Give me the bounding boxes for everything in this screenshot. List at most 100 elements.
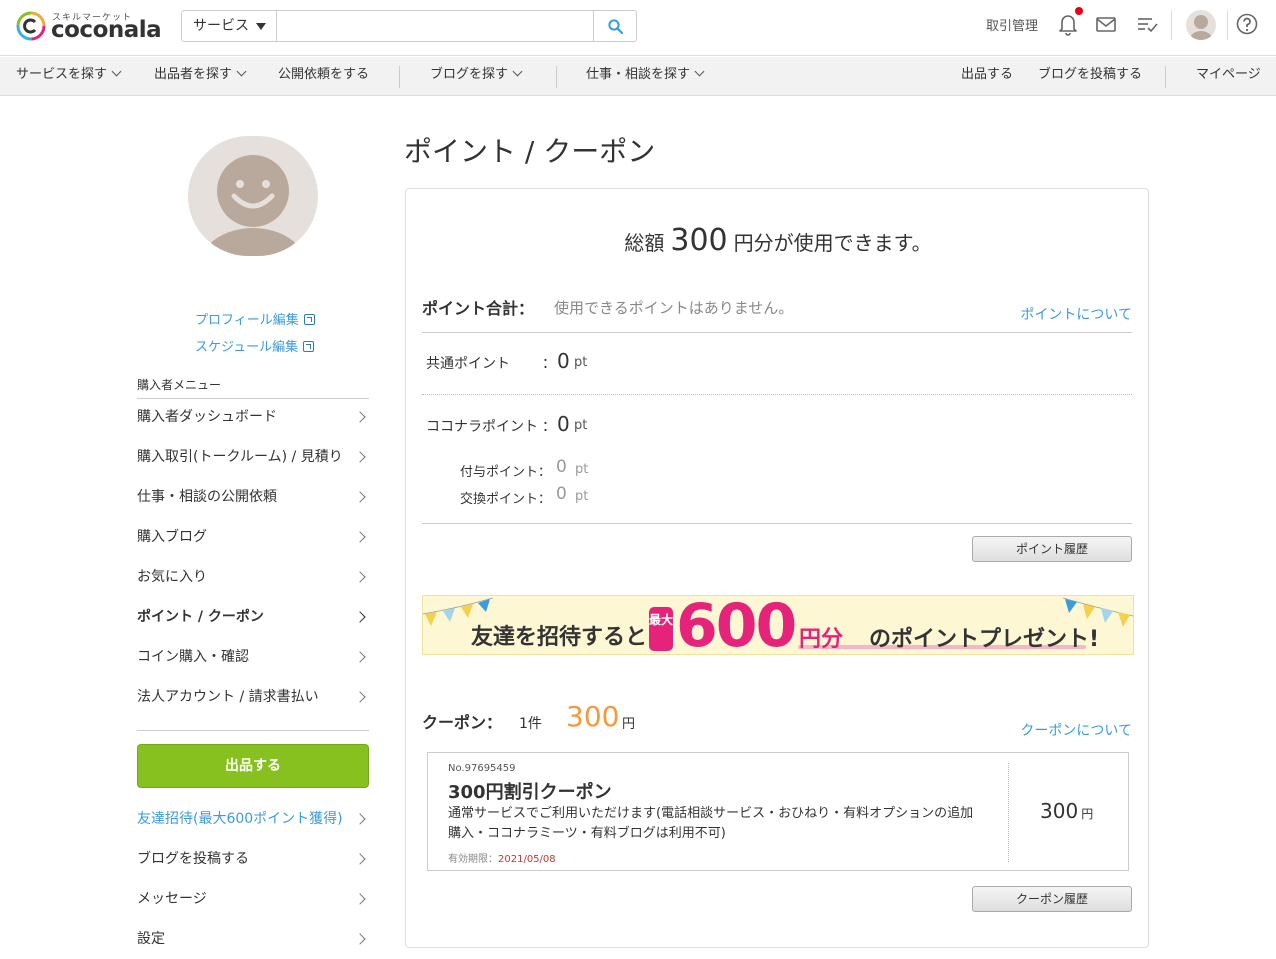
coupon-expiry-date: 2021/05/08 <box>498 854 556 865</box>
sell-button[interactable]: 出品する <box>137 744 369 788</box>
transaction-management-link[interactable]: 取引管理 <box>986 15 1038 34</box>
coconala-points-label: ココナラポイント <box>426 419 538 435</box>
chevron-right-icon <box>354 611 366 623</box>
points-coupons-card: 総額 300 円分が使用できます。 ポイント合計： 使用できるポイントはありません。… <box>405 188 1149 948</box>
coconala-logo[interactable]: スキルマーケット coconala <box>16 9 166 47</box>
menu-item-corporate-account[interactable]: 法人アカウント / 請求書払い <box>137 677 369 717</box>
points-total-label: ポイント合計： <box>422 299 535 318</box>
coupons-yen: 円 <box>622 717 636 732</box>
about-points-link[interactable]: ポイントについて <box>1020 304 1132 324</box>
caret-down-icon <box>256 23 266 30</box>
banner-text-after: のポイントプレゼント! <box>869 627 1100 652</box>
external-link-icon <box>303 341 315 352</box>
bell-icon[interactable] <box>1056 12 1080 36</box>
chevron-down-icon <box>694 66 705 77</box>
global-nav: サービスを探す 出品者を探す 公開依頼をする ブログを探す 仕事・相談を探す 出… <box>0 57 1276 96</box>
menu-item-invite-friends[interactable]: 友達招待(最大600ポイント獲得) <box>137 799 369 839</box>
coupons-header: クーポン： 1件 300 円 クーポンについて <box>422 693 1132 739</box>
coupon-number: No.97695459 <box>448 763 516 774</box>
search-bar: サービス <box>181 10 637 42</box>
chevron-right-icon <box>354 531 366 543</box>
chevron-right-icon <box>354 893 366 905</box>
menu-item-messages[interactable]: メッセージ <box>137 879 369 919</box>
dotted-divider <box>422 394 1132 395</box>
schedule-edit-link[interactable]: スケジュール編集 <box>195 336 315 355</box>
chevron-right-icon <box>354 933 366 945</box>
search-category-label: サービス <box>193 18 249 34</box>
menu-item-public-requests[interactable]: 仕事・相談の公開依頼 <box>137 477 369 517</box>
nav-find-jobs[interactable]: 仕事・相談を探す <box>586 57 705 95</box>
chevron-down-icon <box>512 66 523 77</box>
coupon-title: 300円割引クーポン <box>448 782 612 803</box>
nav-post-blog[interactable]: ブログを投稿する <box>1038 57 1142 95</box>
nav-sell[interactable]: 出品する <box>961 57 1013 95</box>
granted-points-value: 0 <box>556 457 567 477</box>
nav-divider <box>556 66 557 88</box>
profile-avatar <box>188 136 318 256</box>
profile-edit-link[interactable]: プロフィール編集 <box>195 309 315 328</box>
header-divider <box>1227 10 1228 40</box>
help-icon[interactable] <box>1235 12 1259 36</box>
menu-item-post-blog[interactable]: ブログを投稿する <box>137 839 369 879</box>
nav-public-request[interactable]: 公開依頼をする <box>278 57 369 95</box>
common-points-value: 0 <box>557 349 570 373</box>
menu-item-settings[interactable]: 設定 <box>137 919 369 959</box>
task-list-icon[interactable] <box>1135 12 1159 36</box>
nav-find-sellers[interactable]: 出品者を探す <box>154 57 247 95</box>
sidebar-divider <box>137 730 369 731</box>
coconala-points-value: 0 <box>557 412 570 436</box>
nav-find-blogs[interactable]: ブログを探す <box>430 57 523 95</box>
exchange-points-value: 0 <box>556 484 567 504</box>
coupon-price: 300 円 <box>1040 799 1094 823</box>
chevron-right-icon <box>354 491 366 503</box>
menu-item-coin-purchase[interactable]: コイン購入・確認 <box>137 637 369 677</box>
invite-friends-banner[interactable]: 友達を招待すると 最大 600 円分 のポイントプレゼント! <box>422 595 1134 655</box>
menu-item-purchase-transactions[interactable]: 購入取引(トークルーム) / 見積り <box>137 437 369 477</box>
points-divider <box>422 523 1132 524</box>
notification-dot <box>1075 7 1083 15</box>
colon: ： <box>542 356 556 372</box>
points-unit: pt <box>575 462 589 477</box>
search-input[interactable] <box>278 11 594 41</box>
total-value: 300 <box>670 223 728 258</box>
coupon-description: 通常サービスでご利用いただけます(電話相談サービス・おひねり・有料オプションの追… <box>448 806 974 841</box>
coupon-history-button[interactable]: クーポン履歴 <box>972 886 1132 912</box>
chevron-right-icon <box>354 651 366 663</box>
logo-text: coconala <box>51 17 162 43</box>
common-points-label: 共通ポイント <box>426 356 510 372</box>
nav-divider <box>1165 66 1166 88</box>
chevron-right-icon <box>354 691 366 703</box>
chevron-down-icon <box>236 66 247 77</box>
banner-amount: 600 <box>676 595 797 655</box>
search-button[interactable] <box>593 11 636 41</box>
menu-item-points-coupons[interactable]: ポイント / クーポン <box>137 597 369 637</box>
chevron-right-icon <box>354 813 366 825</box>
menu-item-favorites[interactable]: お気に入り <box>137 557 369 597</box>
points-history-button[interactable]: ポイント履歴 <box>972 536 1132 562</box>
avatar-icon <box>202 155 304 256</box>
points-unit: pt <box>575 489 589 504</box>
granted-points-label: 付与ポイント： <box>460 465 552 480</box>
page-title: ポイント / クーポン <box>404 135 656 168</box>
external-link-icon <box>303 314 315 325</box>
menu-item-purchased-blogs[interactable]: 購入ブログ <box>137 517 369 557</box>
user-avatar[interactable] <box>1186 10 1216 40</box>
top-header: スキルマーケット coconala サービス 取引管理 <box>0 0 1276 56</box>
colon: ： <box>542 419 556 435</box>
search-category-select[interactable]: サービス <box>182 11 277 41</box>
banner-max-badge: 最大 <box>649 607 673 651</box>
avatar-icon <box>1190 15 1212 40</box>
points-unit: pt <box>574 418 588 433</box>
nav-mypage[interactable]: マイページ <box>1196 57 1261 95</box>
banner-yen-label: 円分 <box>799 627 844 652</box>
coupon-item: No.97695459 300円割引クーポン 通常サービスでご利用いただけます(… <box>427 752 1129 871</box>
about-coupons-link[interactable]: クーポンについて <box>1020 720 1132 740</box>
points-summary-header: ポイント合計： 使用できるポイントはありません。 ポイントについて <box>422 293 1132 333</box>
menu-item-buyer-dashboard[interactable]: 購入者ダッシュボード <box>137 397 369 437</box>
chevron-right-icon <box>354 451 366 463</box>
header-divider <box>1171 10 1172 40</box>
chevron-right-icon <box>354 853 366 865</box>
mail-icon[interactable] <box>1094 12 1118 36</box>
nav-divider <box>399 66 400 88</box>
nav-find-services[interactable]: サービスを探す <box>16 57 122 95</box>
